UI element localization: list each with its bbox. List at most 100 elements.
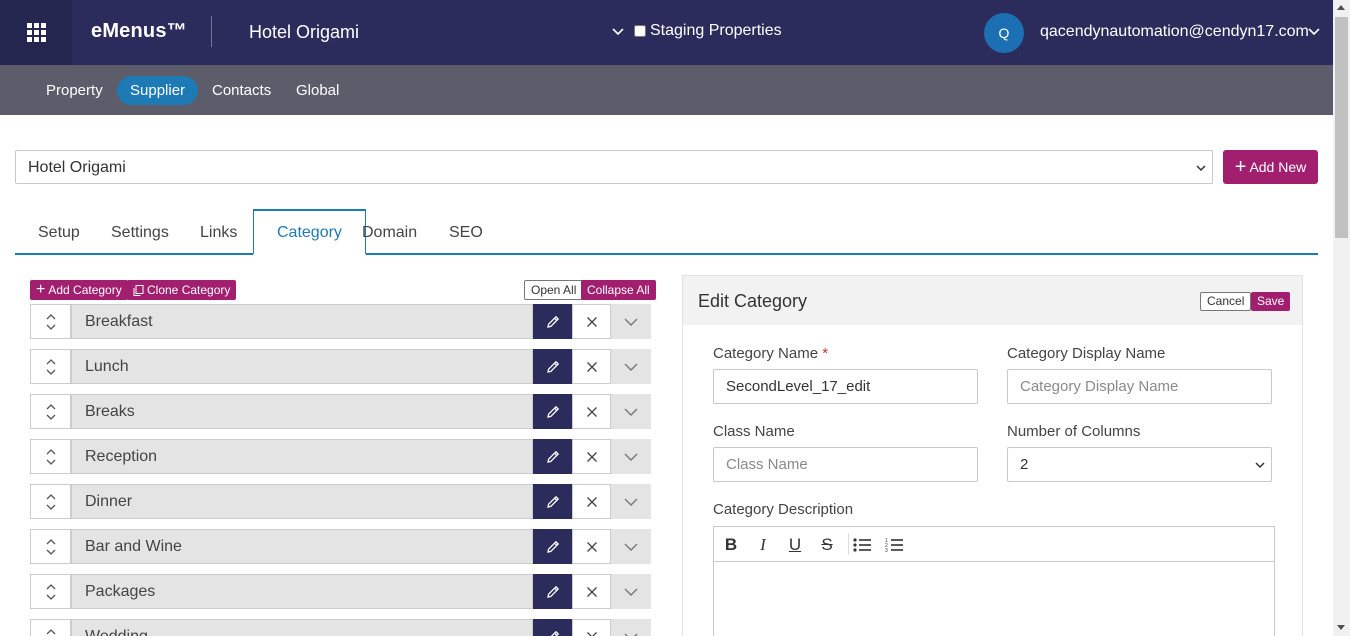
staging-checkbox[interactable]: [634, 25, 646, 37]
save-button[interactable]: Save: [1251, 292, 1291, 311]
drag-handle[interactable]: [30, 349, 71, 384]
columns-select[interactable]: 2: [1007, 447, 1272, 482]
pencil-icon: [546, 540, 559, 553]
delete-category-button[interactable]: [572, 394, 611, 429]
nav-supplier[interactable]: Supplier: [117, 76, 199, 105]
delete-category-button[interactable]: [572, 619, 611, 636]
staging-label: Staging Properties: [650, 22, 782, 39]
description-editor[interactable]: B I U S 123: [713, 526, 1275, 636]
bulleted-list-button[interactable]: [851, 534, 873, 556]
expand-category-button[interactable]: [611, 529, 651, 564]
tab-links[interactable]: Links: [177, 210, 260, 254]
category-name-input[interactable]: SecondLevel_17_edit: [713, 369, 978, 404]
avatar[interactable]: Q: [984, 13, 1024, 53]
edit-category-button[interactable]: [533, 619, 572, 636]
clone-category-button[interactable]: Clone Category: [127, 280, 237, 300]
tab-seo[interactable]: SEO: [426, 210, 506, 254]
scroll-up-icon[interactable]: [1337, 5, 1345, 10]
close-icon: [586, 496, 597, 507]
plus-icon: +: [1234, 156, 1247, 178]
expand-category-button[interactable]: [611, 439, 651, 474]
delete-category-button[interactable]: [572, 349, 611, 384]
pencil-icon: [546, 405, 559, 418]
open-all-button[interactable]: Open All: [524, 280, 584, 300]
pencil-icon: [546, 360, 559, 373]
expand-category-button[interactable]: [611, 484, 651, 519]
sort-arrows-icon: [46, 358, 55, 375]
category-row[interactable]: Breaks: [30, 394, 651, 429]
property-select[interactable]: Hotel Origami: [15, 150, 1213, 184]
drag-handle[interactable]: [30, 394, 71, 429]
edit-category-button[interactable]: [533, 439, 572, 474]
delete-category-button[interactable]: [572, 574, 611, 609]
category-row[interactable]: Wedding: [30, 619, 651, 636]
chevron-down-icon: [624, 408, 638, 416]
add-new-button[interactable]: + Add New: [1223, 150, 1318, 184]
edit-category-button[interactable]: [533, 304, 572, 339]
drag-handle[interactable]: [30, 439, 71, 474]
chevron-down-icon[interactable]: [612, 26, 624, 38]
chevron-down-icon: [624, 588, 638, 596]
category-name: Bar and Wine: [71, 529, 533, 564]
category-row[interactable]: Packages: [30, 574, 651, 609]
drag-handle[interactable]: [30, 304, 71, 339]
category-name: Breaks: [71, 394, 533, 429]
columns-select-value: 2: [1020, 456, 1029, 473]
page-scrollbar[interactable]: [1333, 0, 1350, 636]
nav-global[interactable]: Global: [283, 76, 352, 105]
delete-category-button[interactable]: [572, 439, 611, 474]
chevron-down-icon: [1196, 165, 1206, 172]
delete-category-button[interactable]: [572, 529, 611, 564]
category-row[interactable]: Bar and Wine: [30, 529, 651, 564]
edit-category-panel: Edit Category Cancel Save Category Name …: [682, 275, 1303, 636]
strikethrough-button[interactable]: S: [816, 534, 838, 556]
category-name: Wedding: [71, 619, 533, 636]
drag-handle[interactable]: [30, 484, 71, 519]
italic-button[interactable]: I: [752, 534, 774, 556]
drag-handle[interactable]: [30, 529, 71, 564]
category-row[interactable]: Breakfast: [30, 304, 651, 339]
underline-button[interactable]: U: [784, 534, 806, 556]
sort-arrows-icon: [46, 403, 55, 420]
delete-category-button[interactable]: [572, 484, 611, 519]
bulleted-list-icon: [853, 538, 871, 552]
drag-handle[interactable]: [30, 619, 71, 636]
columns-label: Number of Columns: [1007, 423, 1141, 440]
svg-text:3: 3: [885, 548, 888, 553]
nav-property[interactable]: Property: [33, 76, 116, 105]
expand-category-button[interactable]: [611, 619, 651, 636]
expand-category-button[interactable]: [611, 394, 651, 429]
collapse-all-button[interactable]: Collapse All: [581, 280, 656, 300]
scroll-down-icon[interactable]: [1337, 625, 1345, 630]
add-category-button[interactable]: + Add Category: [30, 280, 128, 300]
edit-category-button[interactable]: [533, 394, 572, 429]
expand-category-button[interactable]: [611, 349, 651, 384]
edit-category-button[interactable]: [533, 574, 572, 609]
category-row[interactable]: Reception: [30, 439, 651, 474]
user-email[interactable]: qacendynautomation@cendyn17.com: [1040, 23, 1309, 41]
delete-category-button[interactable]: [572, 304, 611, 339]
edit-category-button[interactable]: [533, 529, 572, 564]
category-row[interactable]: Dinner: [30, 484, 651, 519]
copy-icon: [133, 284, 144, 296]
user-menu-chevron-icon[interactable]: [1308, 26, 1320, 38]
category-row[interactable]: Lunch: [30, 349, 651, 384]
class-name-input[interactable]: Class Name: [713, 447, 978, 482]
cancel-button[interactable]: Cancel: [1200, 292, 1252, 311]
bold-button[interactable]: B: [720, 534, 742, 556]
app-launcher-button[interactable]: [0, 0, 72, 65]
expand-category-button[interactable]: [611, 304, 651, 339]
sort-arrows-icon: [46, 493, 55, 510]
nav-contacts[interactable]: Contacts: [199, 76, 284, 105]
staging-properties-toggle[interactable]: Staging Properties: [634, 22, 782, 40]
numbered-list-button[interactable]: 123: [883, 534, 905, 556]
edit-category-button[interactable]: [533, 349, 572, 384]
scroll-thumb[interactable]: [1335, 17, 1348, 238]
pencil-icon: [546, 450, 559, 463]
tab-domain[interactable]: Domain: [339, 210, 440, 254]
close-icon: [586, 586, 597, 597]
drag-handle[interactable]: [30, 574, 71, 609]
expand-category-button[interactable]: [611, 574, 651, 609]
display-name-input[interactable]: Category Display Name: [1007, 369, 1272, 404]
edit-category-button[interactable]: [533, 484, 572, 519]
